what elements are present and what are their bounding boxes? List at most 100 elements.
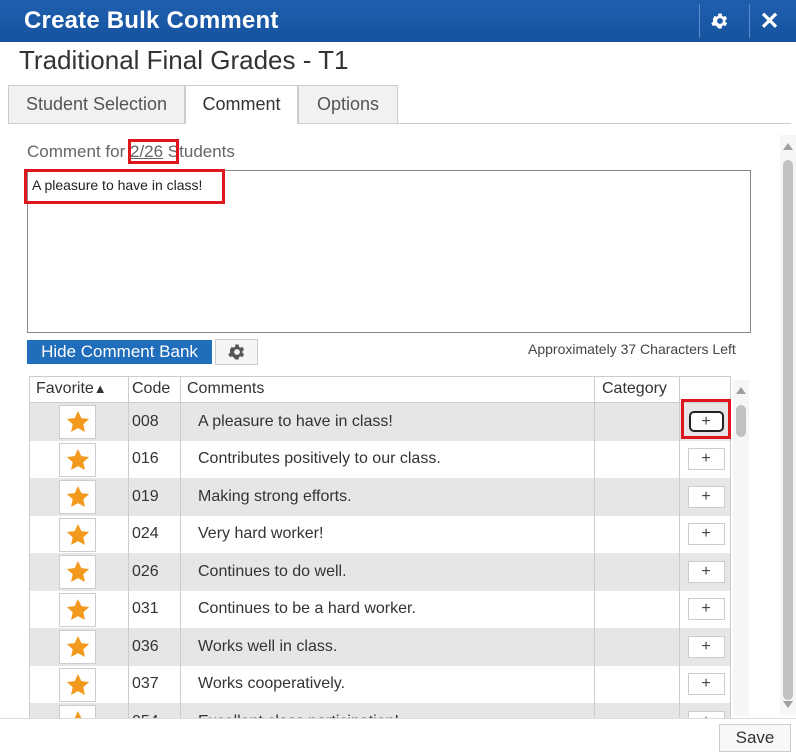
table-row[interactable]: 037 Works cooperatively. + [30, 665, 730, 704]
star-icon [66, 673, 89, 695]
tab-student-selection[interactable]: Student Selection [8, 85, 185, 124]
favorite-button[interactable] [59, 517, 96, 552]
category-cell [595, 553, 680, 591]
favorite-cell [30, 703, 129, 718]
category-cell [595, 703, 680, 718]
highlight-box-count [128, 139, 179, 164]
comment-cell: A pleasure to have in class! [181, 403, 595, 441]
header-comments[interactable]: Comments [181, 377, 595, 403]
tab-options[interactable]: Options [298, 85, 398, 124]
code-cell: 054 [129, 703, 181, 718]
comment-cell: Continues to do well. [181, 553, 595, 591]
comment-cell: Continues to be a hard worker. [181, 590, 595, 628]
table-row[interactable]: 019 Making strong efforts. + [30, 478, 730, 516]
category-cell [595, 478, 680, 516]
category-cell [595, 590, 680, 628]
favorite-button[interactable] [59, 667, 96, 702]
favorite-button[interactable] [59, 592, 96, 627]
table-row[interactable]: 026 Continues to do well. + [30, 553, 730, 591]
characters-left: Approximately 37 Characters Left [528, 341, 736, 357]
star-icon [66, 410, 89, 432]
favorite-button[interactable] [59, 705, 96, 718]
comment-bank-settings-button[interactable] [215, 339, 258, 365]
code-cell: 031 [129, 590, 181, 628]
comment-cell: Works well in class. [181, 628, 595, 666]
settings-button[interactable] [699, 4, 739, 38]
favorite-button[interactable] [59, 555, 96, 589]
add-cell: + [680, 478, 730, 516]
add-comment-button[interactable]: + [687, 635, 725, 658]
favorite-cell [30, 478, 129, 516]
comment-cell: Works cooperatively. [181, 665, 595, 703]
hide-comment-bank-button[interactable]: Hide Comment Bank [27, 340, 212, 364]
header-favorite-label: Favorite [36, 380, 94, 397]
comment-cell: Contributes positively to our class. [181, 440, 595, 478]
add-comment-button[interactable]: + [687, 448, 725, 471]
table-row[interactable]: 024 Very hard worker! + [30, 515, 730, 554]
highlight-box-add [681, 399, 731, 439]
table-row[interactable]: 036 Works well in class. + [30, 628, 730, 666]
comment-for-prefix: Comment for [27, 142, 130, 161]
add-comment-button[interactable]: + [687, 710, 725, 718]
star-icon [66, 598, 89, 620]
scroll-thumb[interactable] [783, 160, 793, 700]
code-cell: 019 [129, 478, 181, 516]
tab-comment[interactable]: Comment [185, 85, 298, 124]
favorite-cell [30, 440, 129, 478]
star-icon [66, 560, 89, 582]
star-icon [66, 635, 89, 657]
comment-bank-table: Favorite▲ Code Comments Category 008 A pl… [29, 376, 731, 718]
add-cell: + [680, 553, 730, 591]
close-button[interactable]: ✕ [749, 4, 789, 38]
category-cell [595, 515, 680, 553]
header-favorite[interactable]: Favorite▲ [30, 377, 129, 403]
gear-icon [710, 13, 727, 29]
table-scrollbar[interactable] [733, 380, 749, 716]
page-scrollbar[interactable] [780, 135, 796, 715]
category-cell [595, 628, 680, 666]
table-row[interactable]: 016 Contributes positively to our class. + [30, 440, 730, 478]
tab-bar: Student Selection Comment Options [8, 85, 791, 124]
scroll-thumb[interactable] [736, 405, 746, 437]
star-icon [74, 710, 81, 718]
header-code[interactable]: Code [129, 377, 181, 403]
table-row[interactable]: 031 Continues to be a hard worker. + [30, 590, 730, 629]
scroll-up-icon[interactable] [736, 387, 746, 394]
title-bar: Create Bulk Comment ✕ [0, 0, 796, 42]
add-comment-button[interactable]: + [687, 485, 725, 508]
add-cell: + [680, 628, 730, 666]
footer [0, 718, 796, 755]
favorite-button[interactable] [59, 630, 96, 664]
comment-cell: Very hard worker! [181, 515, 595, 553]
page-title: Traditional Final Grades - T1 [19, 45, 349, 75]
favorite-cell [30, 553, 129, 591]
scroll-up-icon[interactable] [783, 143, 793, 150]
code-cell: 026 [129, 553, 181, 591]
add-comment-button[interactable]: + [687, 523, 725, 546]
scroll-down-icon[interactable] [783, 701, 793, 708]
table-row[interactable]: 008 A pleasure to have in class! + [30, 403, 730, 441]
add-comment-button[interactable]: + [687, 560, 725, 583]
favorite-cell [30, 665, 129, 703]
add-cell: + [680, 703, 730, 718]
star-icon [66, 485, 89, 507]
add-cell: + [680, 666, 730, 704]
add-cell: + [680, 591, 730, 629]
category-cell [595, 440, 680, 478]
add-comment-button[interactable]: + [687, 673, 725, 696]
close-icon: ✕ [759, 7, 780, 35]
code-cell: 024 [129, 515, 181, 553]
save-button[interactable]: Save [719, 724, 791, 752]
add-comment-button[interactable]: + [687, 598, 725, 621]
add-cell: + [680, 516, 730, 554]
code-cell: 037 [129, 665, 181, 703]
comment-cell: Excellent class participation! [181, 703, 595, 718]
table-row[interactable]: 054Excellent class participation! + [30, 703, 730, 718]
category-cell [595, 403, 680, 441]
gear-icon [227, 344, 244, 360]
header-category[interactable]: Category [595, 377, 680, 403]
code-cell: 008 [129, 403, 181, 441]
favorite-button[interactable] [59, 442, 96, 477]
favorite-button[interactable] [59, 405, 96, 439]
favorite-button[interactable] [59, 480, 96, 514]
